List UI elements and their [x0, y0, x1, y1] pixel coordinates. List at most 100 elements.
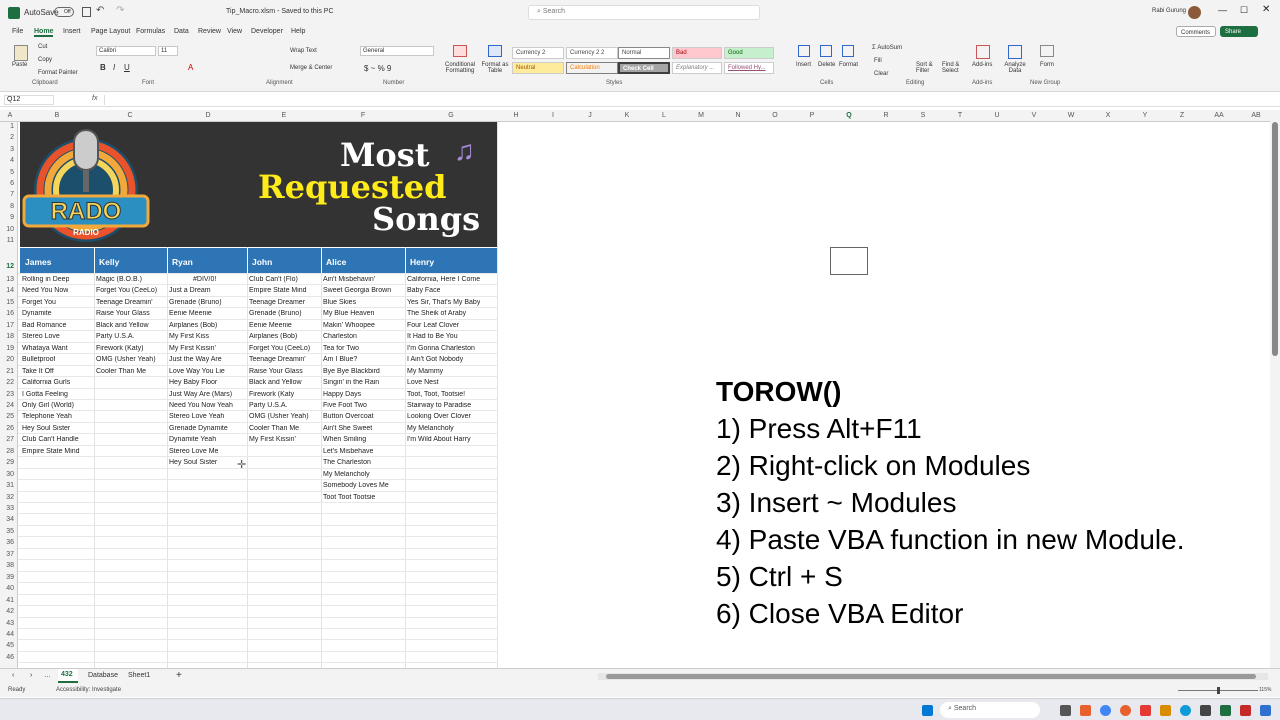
table-cell[interactable]: Four Leaf Clover — [407, 322, 459, 329]
autosum-button[interactable]: Σ AutoSum — [872, 45, 902, 51]
table-cell[interactable]: Bad Romance — [22, 322, 66, 329]
row-header[interactable]: 7 — [10, 191, 14, 198]
table-cell[interactable]: Firework (Katy) — [96, 345, 143, 352]
chrome-icon[interactable] — [1100, 705, 1111, 716]
vertical-scrollbar[interactable] — [1270, 110, 1280, 668]
row-header[interactable]: 31 — [6, 482, 14, 489]
row-header[interactable]: 35 — [6, 528, 14, 535]
style-check-cell[interactable]: Check Cell — [618, 62, 670, 74]
analyze-data-button[interactable]: Analyze Data — [1003, 62, 1027, 74]
table-cell[interactable]: Stereo Love Yeah — [169, 413, 224, 420]
add-sheet-icon[interactable]: + — [176, 670, 182, 681]
table-cell[interactable]: Black and Yellow — [96, 322, 149, 329]
row-header[interactable]: 25 — [6, 413, 14, 420]
underline-button[interactable]: U — [124, 63, 130, 72]
style-followed-hyperlink[interactable]: Followed Hy... — [724, 62, 774, 74]
tab-data[interactable]: Data — [174, 28, 189, 35]
horizontal-scrollbar[interactable] — [598, 673, 1268, 680]
table-cell[interactable]: The Charleston — [323, 459, 371, 466]
share-button[interactable]: Share — [1220, 26, 1258, 37]
row-header[interactable]: 5 — [10, 169, 14, 176]
row-header[interactable]: 26 — [6, 425, 14, 432]
selected-cell[interactable] — [830, 247, 868, 275]
table-cell[interactable]: Black and Yellow — [249, 379, 302, 386]
table-cell[interactable]: Sweet Georgia Brown — [323, 287, 391, 294]
currency-button[interactable]: $ ~ % 9 — [364, 64, 391, 73]
table-cell[interactable]: Party U.S.A. — [96, 333, 135, 340]
number-format-select[interactable]: General — [360, 46, 434, 56]
column-header[interactable]: H — [513, 112, 518, 119]
table-cell[interactable]: Club Can't Handle — [22, 436, 79, 443]
table-cell[interactable]: Cooler Than Me — [96, 368, 146, 375]
table-cell[interactable]: Need You Now Yeah — [169, 402, 233, 409]
table-cell[interactable]: Cooler Than Me — [249, 425, 299, 432]
edge-icon[interactable] — [1180, 705, 1191, 716]
conditional-formatting-icon[interactable] — [453, 45, 467, 57]
table-cell[interactable]: Love Way You Lie — [169, 368, 225, 375]
tab-help[interactable]: Help — [291, 28, 305, 35]
column-header[interactable]: AA — [1214, 112, 1223, 119]
excel-taskbar-icon[interactable] — [1220, 705, 1231, 716]
table-cell[interactable]: Forget You — [22, 299, 56, 306]
table-cell[interactable]: Stairway to Paradise — [407, 402, 471, 409]
row-header[interactable]: 34 — [6, 516, 14, 523]
table-cell[interactable]: Airplanes (Bob) — [169, 322, 217, 329]
zoom-slider-thumb[interactable] — [1217, 687, 1220, 694]
table-cell[interactable]: Love Nest — [407, 379, 439, 386]
table-cell[interactable]: California, Here I Come — [407, 276, 480, 283]
column-header[interactable]: Y — [1143, 112, 1148, 119]
horizontal-scroll-thumb[interactable] — [606, 674, 1256, 679]
row-header[interactable]: 41 — [6, 597, 14, 604]
row-header[interactable]: 37 — [6, 551, 14, 558]
column-header[interactable]: V — [1032, 112, 1037, 119]
table-cell[interactable]: Raise Your Glass — [96, 310, 150, 317]
column-header[interactable]: G — [448, 112, 453, 119]
row-header[interactable]: 30 — [6, 471, 14, 478]
column-header[interactable]: X — [1106, 112, 1111, 119]
find-select-button[interactable]: Find & Select — [942, 62, 966, 74]
row-header[interactable]: 19 — [6, 345, 14, 352]
table-cell[interactable]: Need You Now — [22, 287, 68, 294]
table-cell[interactable]: Telephone Yeah — [22, 413, 72, 420]
copy-button[interactable]: Copy — [38, 57, 52, 63]
column-header[interactable]: AB — [1251, 112, 1260, 119]
tab-view[interactable]: View — [227, 28, 242, 35]
table-cell[interactable]: Take It Off — [22, 368, 54, 375]
bold-button[interactable]: B — [100, 63, 106, 72]
column-header[interactable]: B — [55, 112, 60, 119]
minimize-icon[interactable]: — — [1218, 5, 1227, 15]
table-cell[interactable]: Forget You (CeeLo) — [96, 287, 157, 294]
wrap-text-button[interactable]: Wrap Text — [290, 48, 317, 54]
merge-center-button[interactable]: Merge & Center — [290, 65, 332, 71]
format-cells-button[interactable]: Format — [839, 62, 858, 68]
table-cell[interactable]: Stereo Love — [22, 333, 60, 340]
table-cell[interactable]: Blue Skies — [323, 299, 356, 306]
name-box[interactable]: Q12 — [4, 95, 54, 105]
redo-icon[interactable]: ↷ — [116, 5, 124, 16]
column-header[interactable]: J — [588, 112, 592, 119]
table-cell[interactable]: My Melancholy — [323, 471, 370, 478]
save-icon[interactable] — [82, 7, 91, 17]
column-header[interactable]: I — [552, 112, 554, 119]
sort-filter-button[interactable]: Sort & Filter — [916, 62, 940, 74]
task-view-icon[interactable] — [1060, 705, 1071, 716]
prev-sheet-icon[interactable]: ‹ — [12, 672, 14, 679]
form-icon[interactable] — [1040, 45, 1054, 57]
table-cell[interactable]: Ain't She Sweet — [323, 425, 372, 432]
row-header[interactable]: 39 — [6, 574, 14, 581]
row-header[interactable]: 20 — [6, 356, 14, 363]
next-sheet-icon[interactable]: › — [30, 672, 32, 679]
maximize-icon[interactable]: ☐ — [1240, 5, 1248, 16]
column-header[interactable]: U — [994, 112, 999, 119]
row-header[interactable]: 33 — [6, 505, 14, 512]
table-cell[interactable]: My First Kissin' — [169, 345, 216, 352]
table-cell[interactable]: Yes Sir, That's My Baby — [407, 299, 480, 306]
tab-home[interactable]: Home — [34, 28, 54, 37]
format-cells-icon[interactable] — [842, 45, 854, 57]
style-explanatory[interactable]: Explanatory ... — [672, 62, 722, 74]
terminal-icon[interactable] — [1200, 705, 1211, 716]
row-header[interactable]: 42 — [6, 608, 14, 615]
column-header[interactable]: D — [205, 112, 210, 119]
format-as-table-button[interactable]: Format as Table — [481, 62, 509, 74]
row-header[interactable]: 46 — [6, 654, 14, 661]
